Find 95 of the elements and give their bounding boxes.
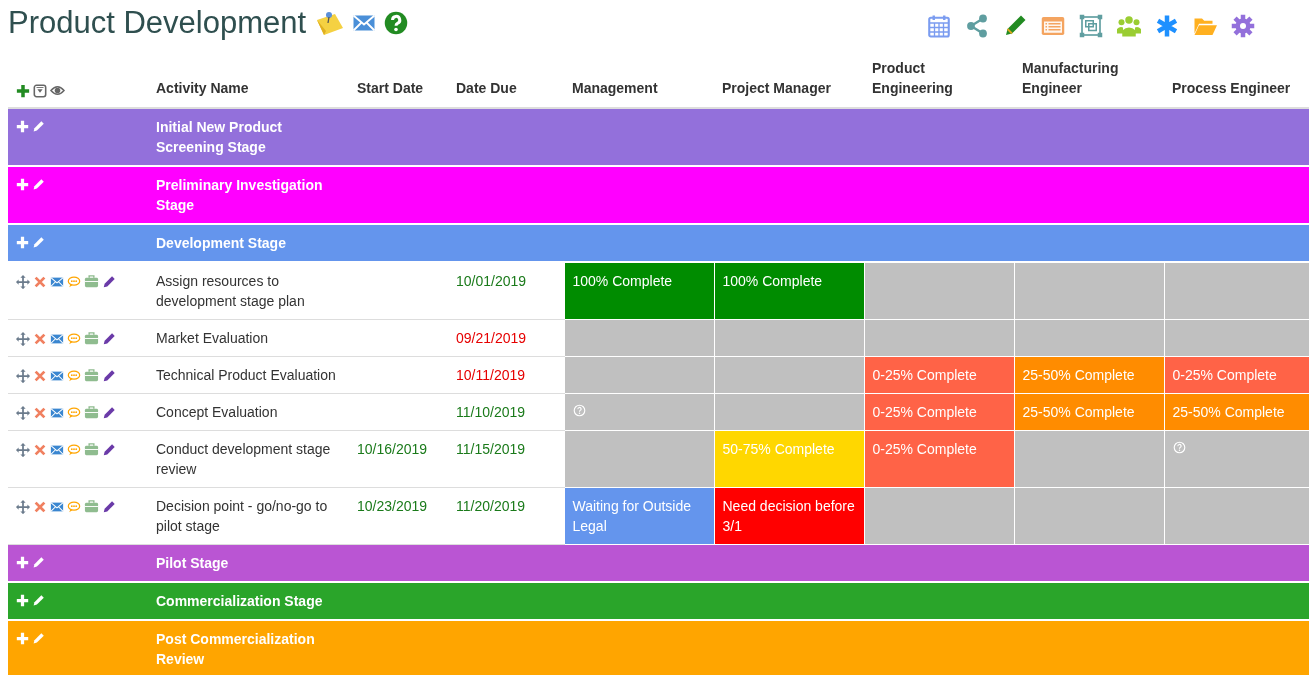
- mail-icon[interactable]: [50, 499, 64, 514]
- status-cell[interactable]: 0-25% Complete: [1164, 356, 1309, 394]
- pencil-icon[interactable]: [102, 331, 116, 346]
- activity-name: Assign resources to development stage plan: [156, 273, 305, 309]
- move-icon[interactable]: [16, 499, 30, 514]
- comment-icon[interactable]: [67, 274, 81, 289]
- column-header: Date Due: [456, 80, 517, 96]
- stage-name: Preliminary Investigation Stage: [156, 177, 323, 213]
- pencil-icon[interactable]: [32, 120, 45, 133]
- pencil-icon[interactable]: [32, 178, 45, 191]
- column-header: Product Engineering: [872, 60, 953, 96]
- status-cell[interactable]: 25-50% Complete: [1014, 393, 1164, 431]
- delete-icon[interactable]: [33, 405, 47, 420]
- activity-name: Conduct development stage review: [156, 441, 331, 477]
- status-cell[interactable]: Need decision before 3/1: [714, 487, 864, 545]
- pencil-icon[interactable]: [102, 442, 116, 457]
- asterisk-icon[interactable]: [1155, 14, 1179, 38]
- question-icon[interactable]: [572, 404, 586, 417]
- due-date: 11/20/2019: [456, 498, 526, 514]
- mail-icon[interactable]: [50, 442, 64, 457]
- settings-icon[interactable]: [1231, 14, 1255, 38]
- status-cell[interactable]: 25-50% Complete: [1014, 356, 1164, 394]
- status-cell[interactable]: 100% Complete: [564, 262, 714, 320]
- add-icon[interactable]: [16, 594, 29, 607]
- pencil-icon[interactable]: [32, 556, 45, 569]
- pencil-icon[interactable]: [102, 274, 116, 289]
- column-header: Start Date: [357, 80, 424, 96]
- column-header: Management: [572, 80, 658, 96]
- stage-name: Commercialization Stage: [156, 593, 323, 609]
- activity-name: Decision point - go/no-go to pilot stage: [156, 498, 328, 534]
- list-window-icon[interactable]: [1041, 14, 1065, 38]
- mail-icon[interactable]: [50, 274, 64, 289]
- pencil-icon[interactable]: [102, 405, 116, 420]
- start-date: 10/23/2019: [357, 498, 428, 514]
- stage-name: Development Stage: [156, 235, 286, 251]
- due-date: 10/11/2019: [456, 367, 526, 383]
- add-icon[interactable]: [16, 83, 30, 98]
- move-icon[interactable]: [16, 368, 30, 383]
- status-cell[interactable]: 0-25% Complete: [864, 430, 1014, 488]
- add-icon[interactable]: [16, 236, 29, 249]
- frame-icon[interactable]: [1079, 14, 1103, 38]
- activity-name: Market Evaluation: [156, 330, 269, 346]
- delete-icon[interactable]: [33, 368, 47, 383]
- start-date: 10/16/2019: [357, 441, 428, 457]
- due-date: 11/15/2019: [456, 441, 526, 457]
- status-cell[interactable]: 0-25% Complete: [864, 356, 1014, 394]
- move-icon[interactable]: [16, 274, 30, 289]
- help-icon[interactable]: [384, 11, 409, 35]
- eye-icon[interactable]: [50, 83, 65, 98]
- add-icon[interactable]: [16, 632, 29, 645]
- comment-icon[interactable]: [67, 405, 81, 420]
- delete-icon[interactable]: [33, 274, 47, 289]
- stage-name: Pilot Stage: [156, 555, 229, 571]
- mail-icon[interactable]: [50, 368, 64, 383]
- activity-name: Concept Evaluation: [156, 404, 278, 420]
- column-header: Project Manager: [722, 80, 831, 96]
- move-icon[interactable]: [16, 442, 30, 457]
- comment-icon[interactable]: [67, 499, 81, 514]
- mail-icon[interactable]: [50, 331, 64, 346]
- calendar-icon[interactable]: [927, 14, 951, 38]
- delete-icon[interactable]: [33, 499, 47, 514]
- delete-icon[interactable]: [33, 442, 47, 457]
- comment-icon[interactable]: [67, 331, 81, 346]
- due-date: 09/21/2019: [456, 330, 527, 346]
- question-icon[interactable]: [1172, 441, 1186, 454]
- delete-icon[interactable]: [33, 331, 47, 346]
- status-cell[interactable]: 100% Complete: [714, 262, 864, 320]
- column-header: Manufacturing Engineer: [1022, 60, 1119, 96]
- column-header: Activity Name: [156, 80, 249, 96]
- page-title: Product Development: [8, 6, 307, 40]
- add-icon[interactable]: [16, 120, 29, 133]
- pencil-icon[interactable]: [102, 499, 116, 514]
- add-icon[interactable]: [16, 178, 29, 191]
- add-icon[interactable]: [16, 556, 29, 569]
- status-cell[interactable]: 25-50% Complete: [1164, 393, 1309, 431]
- due-date: 11/10/2019: [456, 404, 526, 420]
- move-icon[interactable]: [16, 405, 30, 420]
- due-date: 10/01/2019: [456, 273, 527, 289]
- dropdown-icon[interactable]: [33, 83, 47, 98]
- pencil-icon[interactable]: [1003, 14, 1027, 38]
- move-icon[interactable]: [16, 331, 30, 346]
- activity-name: Technical Product Evaluation: [156, 367, 336, 383]
- stage-name: Initial New Product Screening Stage: [156, 119, 282, 155]
- mail-icon[interactable]: [50, 405, 64, 420]
- comment-icon[interactable]: [67, 368, 81, 383]
- users-icon[interactable]: [1117, 14, 1141, 38]
- stage-name: Post Commercialization Review: [156, 631, 315, 667]
- sticky-note-icon[interactable]: [314, 10, 345, 36]
- share-icon[interactable]: [965, 14, 989, 38]
- comment-icon[interactable]: [67, 442, 81, 457]
- status-cell[interactable]: Waiting for Outside Legal: [564, 487, 714, 545]
- pencil-icon[interactable]: [102, 368, 116, 383]
- status-cell[interactable]: 0-25% Complete: [864, 393, 1014, 431]
- column-header: Process Engineer: [1172, 80, 1291, 96]
- pencil-icon[interactable]: [32, 594, 45, 607]
